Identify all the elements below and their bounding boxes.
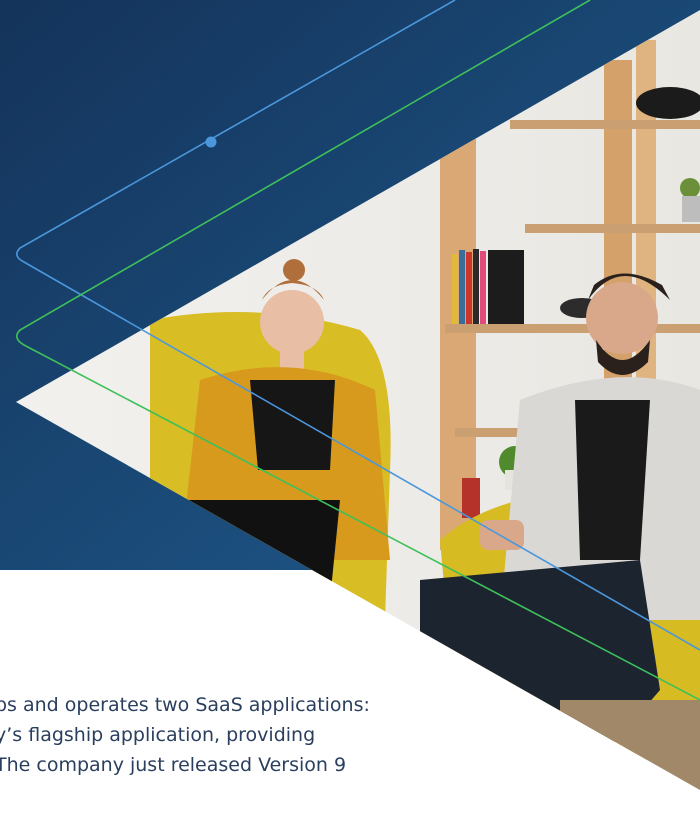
intro-line: ps and operates two SaaS applications:	[0, 694, 370, 716]
intro-paragraph: ps and operates two SaaS applications: y…	[0, 690, 700, 780]
intro-line: y’s flagship application, providing	[0, 724, 316, 746]
intro-line: The company just released Version 9	[0, 754, 347, 776]
hero-section: ps and operates two SaaS applications: y…	[0, 0, 700, 821]
